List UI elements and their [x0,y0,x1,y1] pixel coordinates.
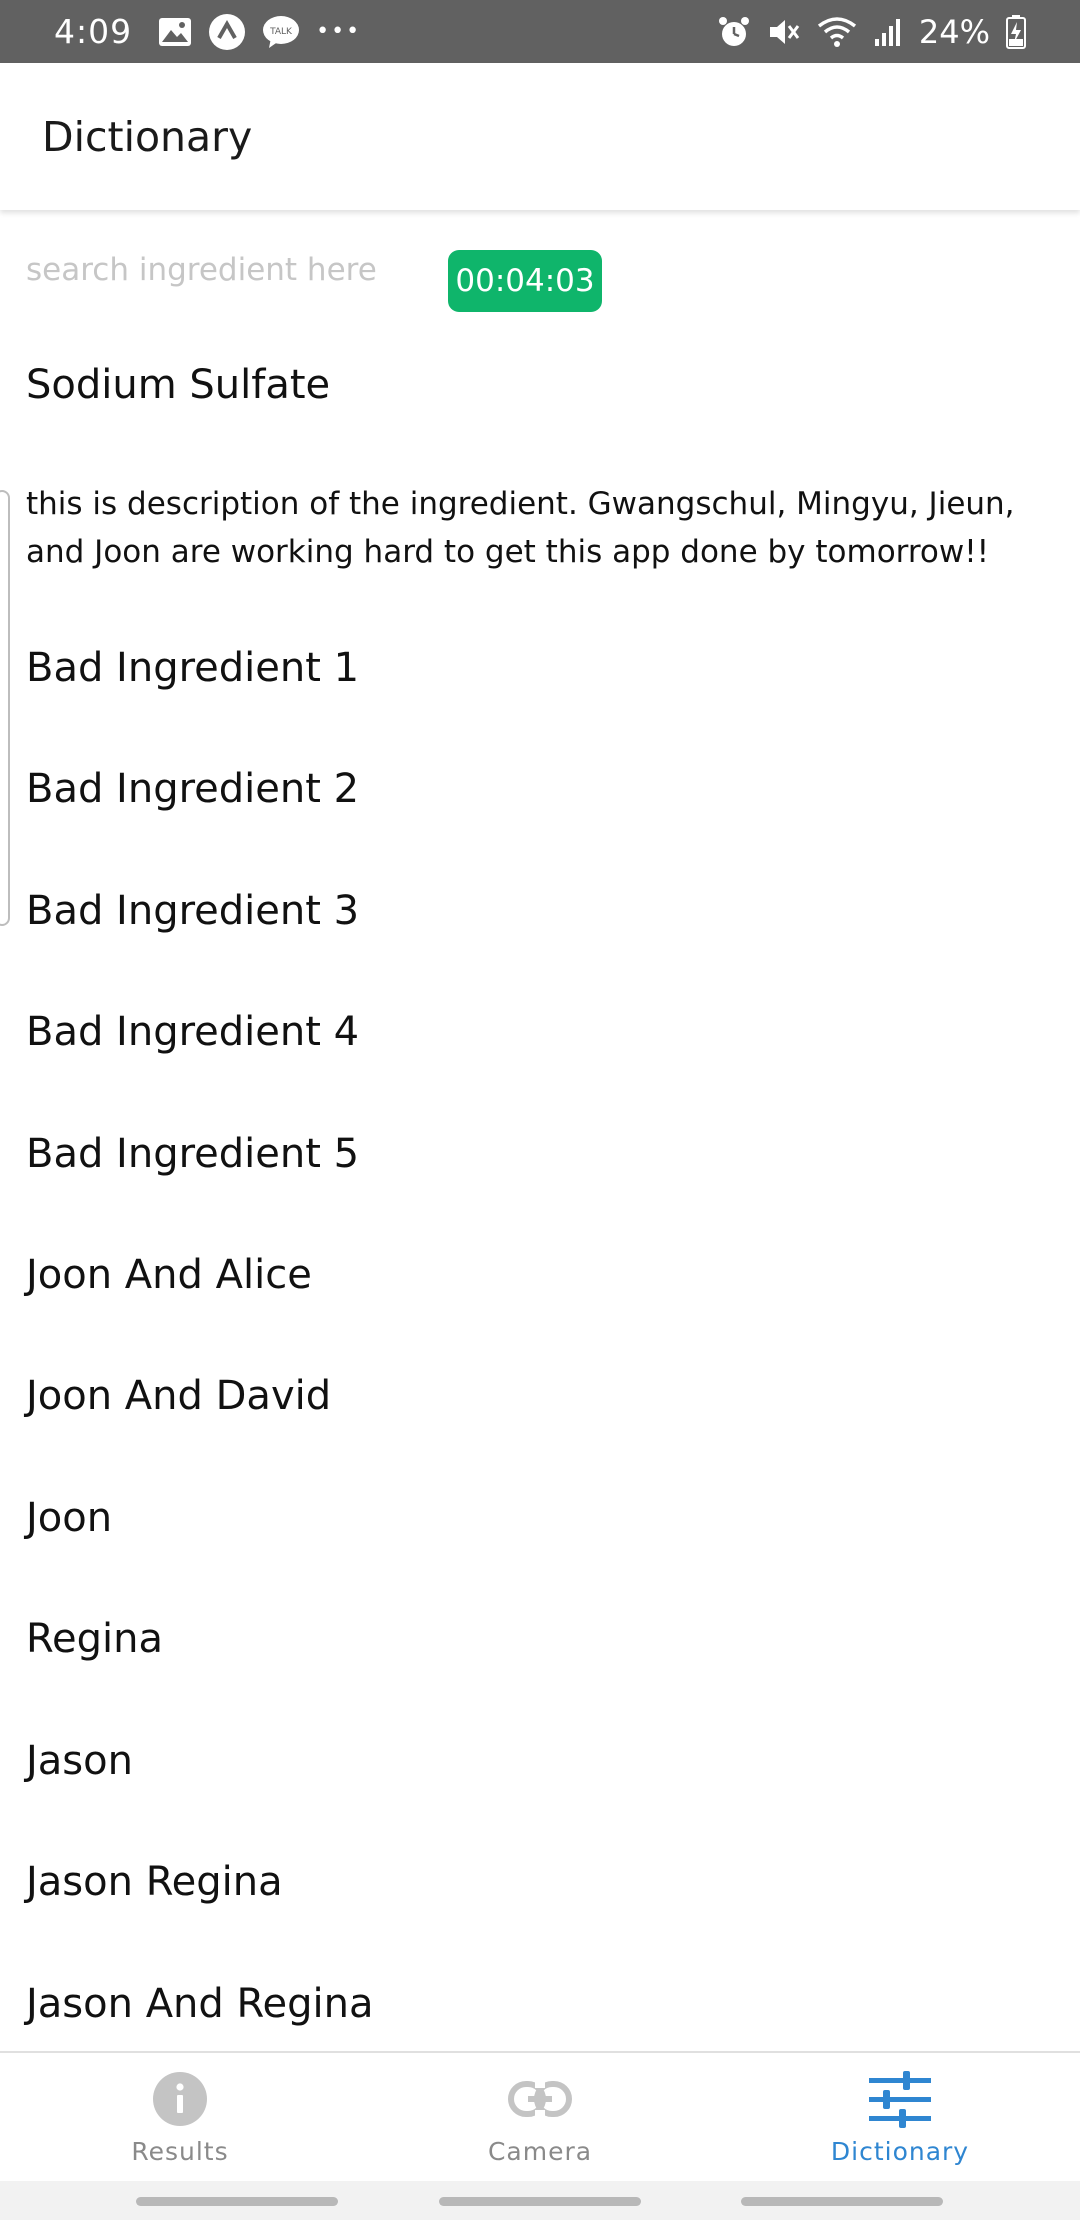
list-item[interactable]: Joon And David [26,1373,331,1419]
scroll-handle[interactable] [0,490,10,926]
list-item[interactable]: Bad Ingredient 4 [26,1009,359,1055]
tab-results[interactable]: Results [0,2053,360,2183]
status-bar-right: 24% [717,13,1026,51]
list-item[interactable]: Joon And Alice [26,1252,312,1298]
battery-charging-icon [1006,14,1026,49]
gallery-icon [158,17,192,47]
tab-camera[interactable]: Camera [360,2053,720,2183]
list-item[interactable]: Jason Regina [26,1859,283,1905]
list-item[interactable]: Regina [26,1616,163,1662]
tab-dictionary-label: Dictionary [830,2137,970,2166]
status-bar-left: 4:09 TALK ••• [54,12,361,51]
sliders-icon [869,2067,931,2131]
battery-percent: 24% [918,12,990,51]
gesture-handle-center[interactable] [439,2197,641,2206]
list-item[interactable]: Jason [26,1738,133,1784]
ingredient-description: this is description of the ingredient. G… [26,486,1015,570]
bottom-navigation: Results Camera Dictionary [0,2051,1080,2181]
gesture-handle-right[interactable] [741,2197,943,2206]
page-title: Dictionary [42,112,253,161]
tab-camera-label: Camera [487,2137,593,2166]
search-input[interactable] [26,240,426,300]
wifi-icon [817,16,857,48]
status-time: 4:09 [54,12,133,51]
talk-badge-text: TALK [269,27,293,37]
app-logo-icon [208,13,246,51]
signal-icon [873,17,903,47]
mute-icon [767,15,801,49]
list-item[interactable]: Bad Ingredient 5 [26,1131,359,1177]
list-item[interactable]: Bad Ingredient 1 [26,645,359,691]
info-icon [152,2067,208,2131]
search-row: 00:04:03 [0,240,1080,320]
timer-badge: 00:04:03 [448,250,602,312]
link-icon [508,2067,572,2131]
tab-results-label: Results [131,2137,229,2166]
app-screen: 4:09 TALK ••• 24% Dictionary search ingr… [0,0,1080,2220]
more-dots-icon: ••• [316,19,362,44]
alarm-icon [717,15,751,49]
app-bar: Dictionary [0,63,1080,210]
ingredient-title: Sodium Sulfate [26,362,331,408]
kakaotalk-icon: TALK [262,14,300,50]
status-bar: 4:09 TALK ••• 24% [0,0,1080,63]
list-item[interactable]: Bad Ingredient 3 [26,888,359,934]
tab-dictionary[interactable]: Dictionary [720,2053,1080,2183]
list-item[interactable]: Jason And Regina [26,1981,373,2027]
gesture-handle-left[interactable] [136,2197,338,2206]
list-item[interactable]: Joon [26,1495,112,1541]
list-item[interactable]: Bad Ingredient 2 [26,766,359,812]
system-gesture-bar [0,2181,1080,2220]
